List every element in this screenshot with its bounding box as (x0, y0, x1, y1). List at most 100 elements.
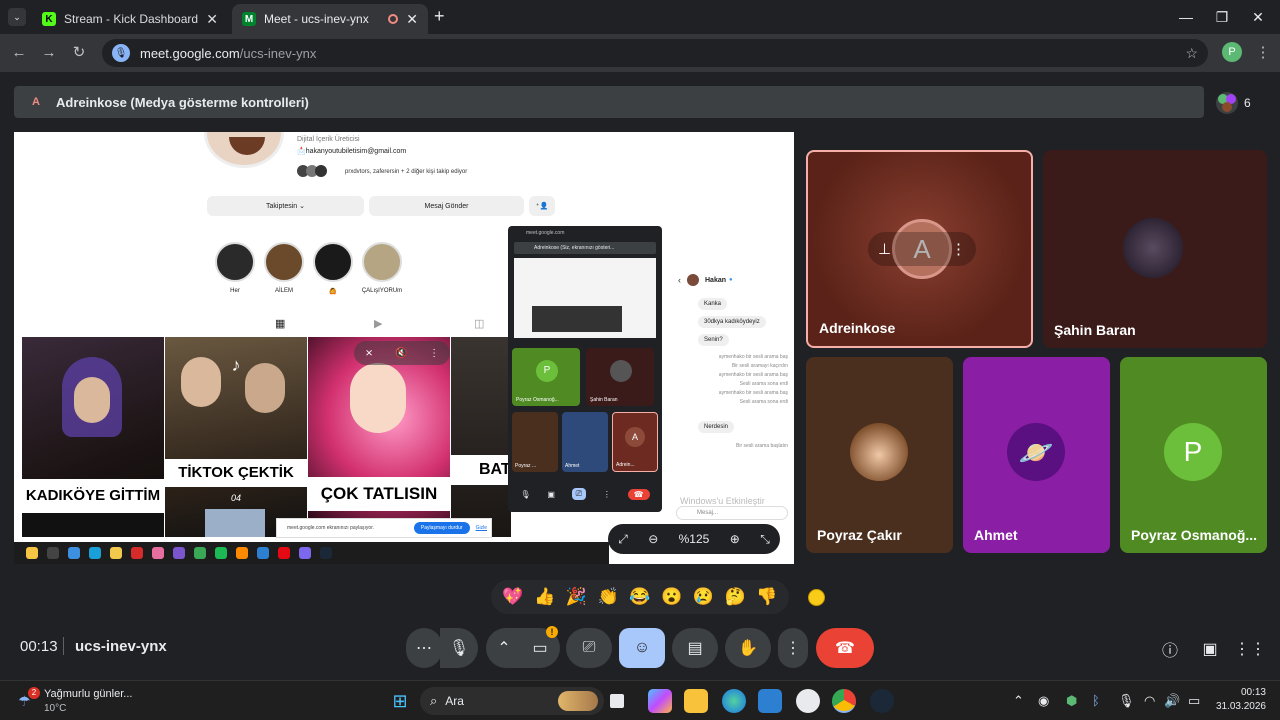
mini-camera-icon[interactable]: ▣ (547, 490, 555, 499)
shared-screen[interactable]: Dijital İçerik Üreticisi 📩hakanyoutubile… (14, 132, 794, 564)
participant-tile[interactable]: Şahin Baran (1043, 150, 1267, 348)
tagged-icon[interactable]: ◫ (474, 317, 484, 330)
pin-icon[interactable]: ⊥ (878, 240, 891, 258)
more-actions-button[interactable]: ⋮ (778, 628, 808, 668)
camera-options-button[interactable]: ⌃ (486, 628, 522, 668)
profile-avatar[interactable]: P (1222, 42, 1242, 62)
tile-more-icon[interactable]: ⋮ (951, 240, 966, 258)
participant-count-badge[interactable]: 6 (1216, 92, 1251, 114)
activities-icon[interactable]: ⋮⋮ (1234, 636, 1266, 662)
close-tab-icon[interactable]: ✕ (206, 11, 218, 28)
suggest-user-button[interactable]: ⁺👤 (529, 196, 555, 216)
zoom-out-icon[interactable]: ⊖ (648, 532, 658, 546)
meeting-info-icon[interactable]: ⓘ (1157, 636, 1183, 662)
bluetooth-icon[interactable]: ᛒ (1092, 693, 1100, 708)
stop-sharing-button[interactable]: Paylaşmayı durdur (413, 522, 470, 534)
wifi-icon[interactable]: ◠ (1144, 693, 1155, 709)
fit-screen-icon[interactable]: ⤢ (618, 532, 628, 547)
end-call-button[interactable]: ☎ (816, 628, 874, 668)
mute-icon[interactable]: 🔇 (395, 348, 407, 359)
tab-search-button[interactable]: ⌄ (8, 8, 26, 26)
raise-hand-button[interactable]: ✋ (725, 628, 771, 668)
dm-chat-pane[interactable]: ‹ Hakan ● Kanka 30dkya kadıköydeyiz Seni… (670, 268, 794, 524)
reaction-heart-icon[interactable]: 💖 (502, 587, 523, 607)
more-icon[interactable]: ⋮ (429, 348, 439, 359)
post-tile[interactable]: BAT (451, 337, 511, 537)
reaction-thumbs-up-icon[interactable]: 👍 (534, 587, 555, 607)
tab-kick[interactable]: K Stream - Kick Dashboard ✕ (32, 4, 228, 34)
participant-tile[interactable]: P Poyraz Osmanoğ... (1120, 357, 1267, 553)
reaction-clap-icon[interactable]: 👏 (598, 587, 619, 607)
new-tab-button[interactable]: + (434, 6, 445, 27)
highlight[interactable]: Her (215, 242, 260, 294)
browser-menu-icon[interactable]: ⋮ (1252, 42, 1274, 64)
highlight[interactable]: 🙆 (313, 242, 358, 295)
volume-icon[interactable]: 🔊 (1164, 693, 1180, 709)
chat-message-input[interactable]: Mesaj... (676, 506, 788, 520)
participant-tile[interactable]: A ⊥ ⋮ Adreinkose (806, 150, 1033, 348)
reload-icon[interactable]: ↻ (68, 42, 90, 64)
fullscreen-icon[interactable]: ⤡ (760, 532, 770, 547)
task-view-icon[interactable] (610, 694, 624, 708)
reaction-party-icon[interactable]: 🎉 (566, 587, 587, 607)
taskbar-search[interactable]: ⌕ Ara (420, 687, 604, 715)
mini-present-icon[interactable]: ⎚ (571, 488, 587, 500)
reaction-sad-icon[interactable]: 😢 (693, 587, 714, 607)
reaction-thinking-icon[interactable]: 🤔 (725, 587, 746, 607)
post-tile[interactable]: ♪ TİKTOK ÇEKTİK 04 (165, 337, 307, 537)
reaction-laugh-icon[interactable]: 😂 (629, 587, 650, 607)
mic-tray-icon[interactable]: 🎙 (1118, 693, 1135, 709)
mini-mic-icon[interactable]: 🎙 (520, 490, 530, 499)
restore-window-icon[interactable]: ❐ (1204, 6, 1240, 28)
highlight[interactable]: ÇALışIYORUm (362, 242, 407, 294)
mini-more-icon[interactable]: ⋮ (603, 490, 611, 499)
present-screen-button[interactable]: ⎚ (566, 628, 612, 668)
chatgpt-icon[interactable] (796, 689, 820, 713)
chat-icon[interactable]: ▣ (1197, 636, 1223, 662)
reaction-surprised-icon[interactable]: 😮 (661, 587, 682, 607)
highlight[interactable]: AİLEM (264, 242, 309, 294)
tray-security-icon[interactable]: ⬢ (1066, 693, 1077, 709)
store-icon[interactable] (758, 689, 782, 713)
mic-in-use-icon[interactable]: 🎙 (112, 44, 130, 62)
microphone-button[interactable]: 🎙 (440, 628, 478, 668)
show-hidden-icons[interactable]: ⌃ (1013, 693, 1024, 709)
chat-back-icon[interactable]: ‹ (678, 275, 681, 285)
copilot-icon[interactable] (648, 689, 672, 713)
clock[interactable]: 00:13 31.03.2026 (1214, 687, 1266, 712)
forward-icon[interactable]: → (38, 42, 60, 64)
edge-icon[interactable] (722, 689, 746, 713)
post-tile[interactable]: KADIKÖYE GİTTİM (22, 337, 164, 537)
posts-grid-icon[interactable]: ▦ (275, 317, 285, 330)
reels-icon[interactable]: ▶ (374, 317, 382, 330)
address-bar[interactable]: 🎙 meet.google.com/ucs-inev-ynx ☆ (102, 39, 1208, 67)
reaction-thumbs-down-icon[interactable]: 👎 (756, 587, 777, 607)
hide-share-notice-link[interactable]: Gizle (476, 525, 487, 531)
zoom-in-icon[interactable]: ⊕ (730, 532, 740, 546)
more-options-button[interactable]: ⋯ (406, 628, 442, 668)
tab-meet[interactable]: M Meet - ucs-inev-ynx ✕ (232, 4, 428, 34)
presentation-bar[interactable]: A Adreinkose (Medya gösterme kontrolleri… (14, 86, 1204, 118)
back-icon[interactable]: ← (8, 42, 30, 64)
battery-icon[interactable]: ▭ (1188, 693, 1200, 709)
start-menu-icon[interactable]: ⊞ (388, 689, 412, 713)
mini-meet-window[interactable]: meet.google.com Adreinkose (Siz, ekranın… (508, 226, 662, 512)
skin-tone-picker[interactable] (808, 589, 825, 606)
weather-widget[interactable]: ☂ 2 Yağmurlu günler... 10°C (12, 685, 172, 717)
captions-button[interactable]: ▤ (672, 628, 718, 668)
participant-tile[interactable]: 🪐 Ahmet (963, 357, 1110, 553)
minimize-window-icon[interactable]: — (1168, 6, 1204, 28)
bookmark-star-icon[interactable]: ☆ (1185, 45, 1198, 62)
following-button[interactable]: Takiptesin ⌄ (207, 196, 364, 216)
post-tile[interactable]: ⨯ 🔇 ⋮ ÇOK TATLISIN (308, 337, 450, 537)
close-window-icon[interactable]: ✕ (1240, 6, 1276, 28)
chrome-icon[interactable] (832, 689, 856, 713)
mini-end-call-icon[interactable]: ☎ (627, 488, 650, 500)
file-explorer-icon[interactable] (684, 689, 708, 713)
steam-icon[interactable] (870, 689, 894, 713)
reactions-button[interactable]: ☺ (619, 628, 665, 668)
send-message-button[interactable]: Mesaj Gönder (369, 196, 524, 216)
participant-tile[interactable]: Poyraz Çakır (806, 357, 953, 553)
close-tab-icon[interactable]: ✕ (406, 11, 418, 28)
tray-app-icon[interactable]: ◉ (1038, 693, 1049, 709)
